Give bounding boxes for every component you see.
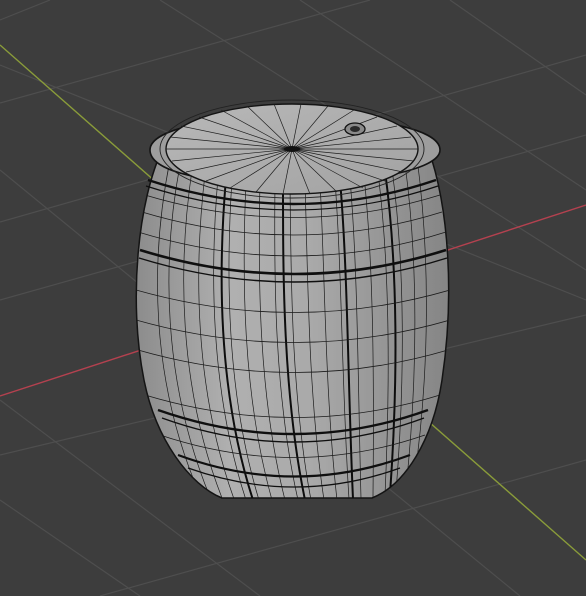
- viewport-canvas[interactable]: [0, 0, 586, 596]
- 3d-viewport[interactable]: [0, 0, 586, 596]
- barrel-mesh[interactable]: [135, 99, 450, 500]
- bung-hole[interactable]: [344, 122, 366, 136]
- lid-center-pole: [284, 146, 300, 152]
